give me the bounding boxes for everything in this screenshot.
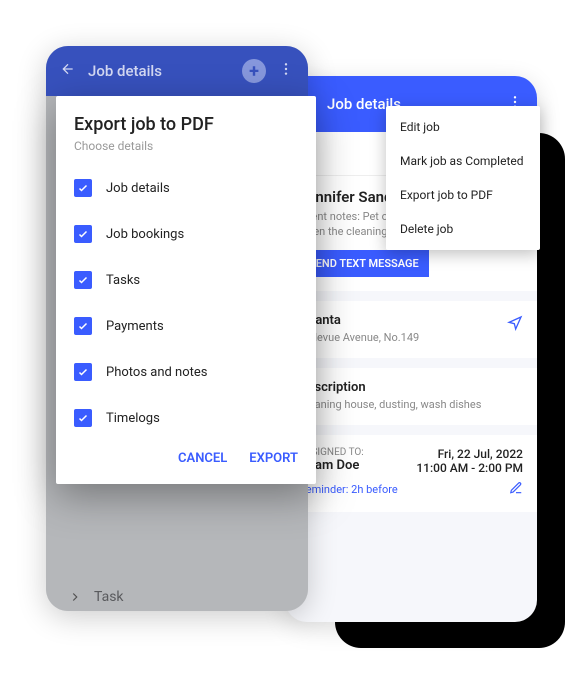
address: Bellevue Avenue, No.149: [299, 331, 523, 344]
checkbox-checked-icon[interactable]: [74, 225, 92, 243]
export-option-label: Photos and notes: [106, 365, 208, 380]
checkbox-checked-icon[interactable]: [74, 271, 92, 289]
export-button[interactable]: EXPORT: [249, 451, 298, 466]
desc-label: Description: [299, 380, 523, 395]
left-header: Job details +: [46, 46, 308, 96]
checkbox-checked-icon[interactable]: [74, 409, 92, 427]
checkbox-checked-icon[interactable]: [74, 179, 92, 197]
checkbox-checked-icon[interactable]: [74, 363, 92, 381]
description-card: Description Cleaning house, dusting, was…: [285, 368, 537, 425]
reminder-text: Reminder: 2h before: [299, 483, 398, 496]
desc-text: Cleaning house, dusting, wash dishes: [299, 398, 523, 411]
city: Atlanta: [299, 313, 523, 328]
task-row-stub: Task: [60, 576, 294, 611]
menu-delete-job[interactable]: Delete job: [386, 212, 540, 246]
export-option-job-bookings[interactable]: Job bookings: [56, 211, 316, 257]
add-icon[interactable]: +: [242, 59, 266, 83]
expand-icon: [66, 588, 84, 606]
dialog-title: Export job to PDF: [56, 96, 316, 139]
export-option-photos-notes[interactable]: Photos and notes: [56, 349, 316, 395]
export-option-job-details[interactable]: Job details: [56, 165, 316, 211]
left-title: Job details: [88, 62, 162, 80]
menu-edit-job[interactable]: Edit job: [386, 110, 540, 144]
back-icon[interactable]: [60, 61, 76, 81]
send-text-button[interactable]: SEND TEXT MESSAGE: [299, 250, 429, 277]
navigate-icon[interactable]: [507, 315, 523, 335]
more-icon[interactable]: [278, 61, 294, 81]
export-dialog: Export job to PDF Choose details Job det…: [56, 96, 316, 484]
edit-icon[interactable]: [509, 481, 523, 498]
overflow-menu: Edit job Mark job as Completed Export jo…: [386, 106, 540, 250]
export-option-label: Job bookings: [106, 227, 184, 242]
dialog-actions: CANCEL EXPORT: [56, 441, 316, 478]
export-option-label: Timelogs: [106, 411, 160, 426]
assign-date: Fri, 22 Jul, 2022: [416, 447, 523, 461]
checkbox-checked-icon[interactable]: [74, 317, 92, 335]
export-option-timelogs[interactable]: Timelogs: [56, 395, 316, 441]
dialog-subtitle: Choose details: [56, 139, 316, 165]
task-stub-label: Task: [94, 589, 124, 605]
assignment-card: ASSIGNED TO: Adam Doe Fri, 22 Jul, 2022 …: [285, 435, 537, 512]
address-card[interactable]: Atlanta Bellevue Avenue, No.149: [285, 301, 537, 358]
export-option-label: Payments: [106, 319, 164, 334]
assign-time: 11:00 AM - 2:00 PM: [416, 461, 523, 475]
cancel-button[interactable]: CANCEL: [178, 451, 227, 466]
export-option-label: Job details: [106, 181, 170, 196]
menu-mark-completed[interactable]: Mark job as Completed: [386, 144, 540, 178]
export-option-label: Tasks: [106, 273, 140, 288]
export-option-payments[interactable]: Payments: [56, 303, 316, 349]
export-option-tasks[interactable]: Tasks: [56, 257, 316, 303]
menu-export-pdf[interactable]: Export job to PDF: [386, 178, 540, 212]
